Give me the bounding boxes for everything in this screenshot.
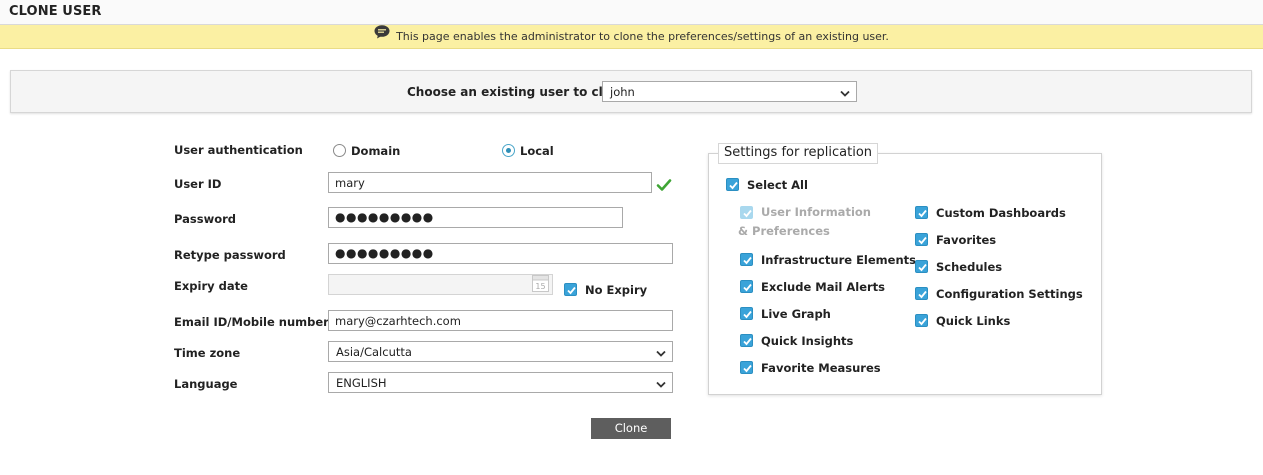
- info-message: This page enables the administrator to c…: [396, 30, 889, 43]
- configuration-settings-checkbox[interactable]: [915, 287, 928, 300]
- language-label: Language: [174, 377, 238, 391]
- favorite-measures-label[interactable]: Favorite Measures: [761, 361, 881, 375]
- favorites-label[interactable]: Favorites: [936, 233, 996, 247]
- choose-user-label: Choose an existing user to clone: [407, 85, 628, 99]
- chevron-down-icon: [656, 378, 666, 392]
- schedules-label[interactable]: Schedules: [936, 260, 1002, 274]
- password-value: ●●●●●●●●●: [335, 210, 434, 224]
- retype-password-label: Retype password: [174, 248, 286, 262]
- schedules-checkbox[interactable]: [915, 260, 928, 273]
- retype-password-input[interactable]: ●●●●●●●●●: [328, 243, 673, 264]
- select-all-label[interactable]: Select All: [747, 178, 808, 192]
- email-value: mary@czarhtech.com: [335, 314, 461, 328]
- domain-radio[interactable]: [333, 144, 346, 157]
- password-input[interactable]: ●●●●●●●●●: [328, 207, 623, 228]
- email-label: Email ID/Mobile number: [174, 315, 329, 329]
- custom-dashboards-label[interactable]: Custom Dashboards: [936, 206, 1066, 220]
- auth-label: User authentication: [174, 143, 303, 157]
- email-input[interactable]: mary@czarhtech.com: [328, 310, 673, 331]
- retype-password-value: ●●●●●●●●●: [335, 246, 434, 260]
- infrastructure-elements-label[interactable]: Infrastructure Elements: [761, 253, 916, 267]
- user-id-label: User ID: [174, 177, 222, 191]
- speech-bubble-icon: [374, 24, 390, 48]
- expiry-date-input[interactable]: [328, 274, 553, 295]
- live-graph-label[interactable]: Live Graph: [761, 307, 831, 321]
- quick-insights-label[interactable]: Quick Insights: [761, 334, 853, 348]
- chevron-down-icon: [656, 347, 666, 361]
- user-info-label: User Information & Preferences: [738, 205, 871, 238]
- existing-user-select[interactable]: john: [602, 81, 857, 102]
- user-id-value: mary: [335, 176, 365, 190]
- no-expiry-checkbox[interactable]: [564, 283, 577, 296]
- language-select[interactable]: ENGLISH: [328, 372, 673, 393]
- local-radio[interactable]: [502, 144, 515, 157]
- existing-user-value: john: [610, 85, 635, 99]
- timezone-value: Asia/Calcutta: [336, 345, 412, 359]
- favorite-measures-checkbox[interactable]: [740, 361, 753, 374]
- user-id-input[interactable]: mary: [328, 172, 652, 193]
- select-all-checkbox[interactable]: [726, 178, 739, 191]
- info-bar: This page enables the administrator to c…: [0, 25, 1263, 49]
- checkmark-icon: [656, 178, 672, 195]
- page-title: CLONE USER: [9, 4, 102, 19]
- timezone-select[interactable]: Asia/Calcutta: [328, 341, 673, 362]
- chevron-down-icon: [840, 87, 850, 101]
- local-radio-label[interactable]: Local: [520, 144, 554, 158]
- live-graph-checkbox[interactable]: [740, 307, 753, 320]
- choose-user-panel: Choose an existing user to clone john: [10, 70, 1252, 113]
- settings-legend: Settings for replication: [718, 143, 879, 164]
- password-label: Password: [174, 212, 236, 226]
- clone-button[interactable]: Clone: [591, 418, 671, 439]
- infrastructure-elements-checkbox[interactable]: [740, 253, 753, 266]
- favorites-checkbox[interactable]: [915, 233, 928, 246]
- no-expiry-label[interactable]: No Expiry: [585, 283, 647, 297]
- exclude-mail-alerts-checkbox[interactable]: [740, 280, 753, 293]
- page-header: CLONE USER: [0, 0, 1263, 25]
- quick-insights-checkbox[interactable]: [740, 334, 753, 347]
- domain-radio-label[interactable]: Domain: [351, 144, 400, 158]
- configuration-settings-label[interactable]: Configuration Settings: [936, 287, 1083, 301]
- timezone-label: Time zone: [174, 346, 241, 360]
- language-value: ENGLISH: [336, 376, 387, 390]
- quick-links-checkbox[interactable]: [915, 314, 928, 327]
- quick-links-label[interactable]: Quick Links: [936, 314, 1010, 328]
- exclude-mail-alerts-label[interactable]: Exclude Mail Alerts: [761, 280, 885, 294]
- calendar-icon[interactable]: 15: [532, 275, 549, 295]
- calendar-day: 15: [535, 282, 545, 291]
- custom-dashboards-checkbox[interactable]: [915, 206, 928, 219]
- expiry-date-label: Expiry date: [174, 279, 248, 293]
